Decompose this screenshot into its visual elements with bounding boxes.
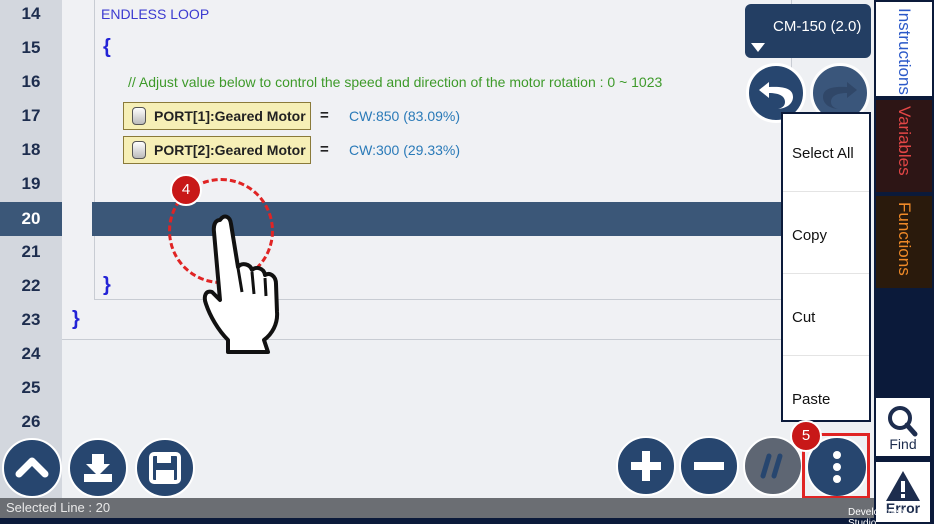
line-number[interactable]: 26 xyxy=(0,405,62,439)
line-number-selected[interactable]: 20 xyxy=(0,202,62,236)
tab-instructions[interactable]: Instructions xyxy=(876,2,932,96)
minus-icon xyxy=(694,462,724,470)
scroll-up-button[interactable] xyxy=(2,438,62,498)
motor-icon xyxy=(132,141,146,159)
watermark: Development Studio xyxy=(848,507,907,524)
plus-icon xyxy=(631,451,661,481)
equals-sign: = xyxy=(320,141,329,158)
status-bar-base xyxy=(0,518,874,524)
motor-icon xyxy=(132,107,146,125)
context-menu: Select All Copy Cut Paste xyxy=(781,112,871,422)
device-selector[interactable]: CM-150 (2.0) xyxy=(745,4,871,58)
port2-value[interactable]: CW:300 (29.33%) xyxy=(349,142,460,158)
dropdown-triangle-icon xyxy=(751,43,765,52)
port2-label: PORT[2]:Geared Motor xyxy=(154,142,306,158)
download-button[interactable] xyxy=(68,438,128,498)
device-label: CM-150 (2.0) xyxy=(773,18,862,35)
menu-item-cut[interactable]: Cut xyxy=(783,280,869,356)
step-badge-5: 5 xyxy=(790,420,822,452)
open-brace: { xyxy=(103,36,111,58)
zoom-in-button[interactable] xyxy=(616,436,676,496)
line-number[interactable]: 19 xyxy=(0,167,62,201)
line-number[interactable]: 25 xyxy=(0,371,62,405)
equals-sign: = xyxy=(320,107,329,124)
comment-slash-icon xyxy=(760,453,783,479)
search-icon xyxy=(888,406,918,437)
tab-variables[interactable]: Variables xyxy=(876,100,932,192)
port1-output-block[interactable]: PORT[1]:Geared Motor xyxy=(123,102,311,130)
port1-label: PORT[1]:Geared Motor xyxy=(154,108,306,124)
find-label: Find xyxy=(889,436,917,452)
chevron-up-icon xyxy=(15,457,49,478)
save-icon xyxy=(149,452,181,484)
line-number[interactable]: 23 xyxy=(0,303,62,337)
app-window: 14 15 16 17 18 19 20 21 22 23 24 25 26 2… xyxy=(0,0,934,524)
endless-loop-keyword[interactable]: ENDLESS LOOP xyxy=(101,6,209,22)
line-number[interactable]: 15 xyxy=(0,31,62,65)
download-icon xyxy=(84,454,112,482)
zoom-out-button[interactable] xyxy=(679,436,739,496)
status-bar: Selected Line : 20 xyxy=(0,498,874,518)
port2-output-block[interactable]: PORT[2]:Geared Motor xyxy=(123,136,311,164)
code-comment[interactable]: // Adjust value below to control the spe… xyxy=(128,74,662,90)
hand-pointer-icon xyxy=(198,212,288,357)
save-button[interactable] xyxy=(135,438,195,498)
line-number[interactable]: 24 xyxy=(0,337,62,371)
line-number[interactable]: 22 xyxy=(0,269,62,303)
find-button[interactable]: Find xyxy=(874,396,932,458)
line-number[interactable]: 21 xyxy=(0,235,62,269)
line-number[interactable]: 14 xyxy=(0,0,62,31)
menu-item-copy[interactable]: Copy xyxy=(783,198,869,274)
port1-value[interactable]: CW:850 (83.09%) xyxy=(349,108,460,124)
line-number[interactable]: 18 xyxy=(0,133,62,167)
line-number[interactable]: 17 xyxy=(0,99,62,133)
line-number[interactable]: 16 xyxy=(0,65,62,99)
close-brace-outer: } xyxy=(72,308,80,330)
close-brace-inner: } xyxy=(103,274,111,296)
step-badge-4: 4 xyxy=(170,174,202,206)
menu-item-select-all[interactable]: Select All xyxy=(783,116,869,192)
warning-icon xyxy=(886,471,920,501)
tab-functions[interactable]: Functions xyxy=(876,196,932,288)
